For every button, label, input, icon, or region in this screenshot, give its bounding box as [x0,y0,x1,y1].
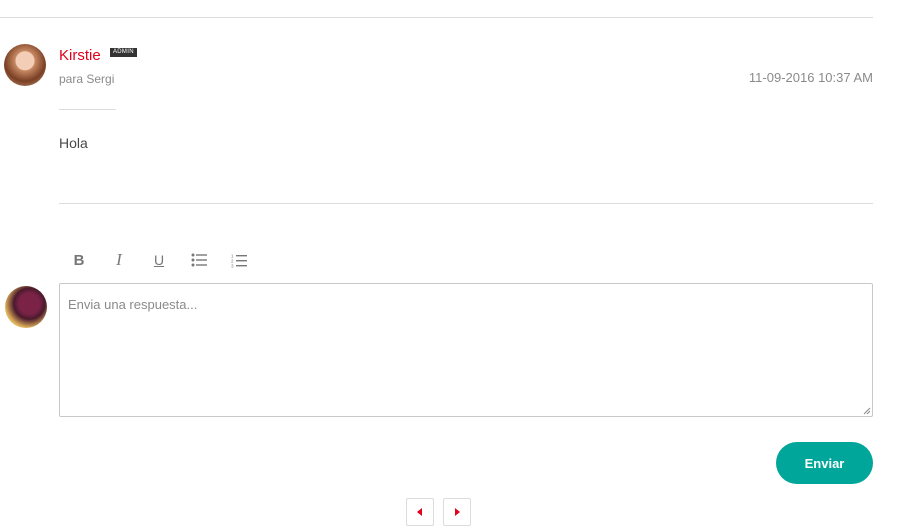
message-timestamp: 11-09-2016 10:37 AM [748,70,873,85]
author-name[interactable]: Kirstie [59,46,101,66]
arrow-right-icon [455,508,460,516]
pagination-prev-button[interactable] [406,498,434,526]
italic-button[interactable]: I [99,248,139,272]
formatting-toolbar: B I U 1 2 3 [59,248,259,272]
numbered-list-icon: 1 2 3 [231,253,247,268]
numbered-list-button[interactable]: 1 2 3 [219,248,259,272]
resize-grip-icon[interactable] [863,407,871,415]
admin-badge: ADMIN [110,48,137,57]
arrow-left-icon [417,508,422,516]
pagination-next-button[interactable] [443,498,471,526]
bullet-list-icon [191,253,207,267]
bullet-list-button[interactable] [179,248,219,272]
svg-text:3: 3 [231,263,234,268]
current-user-avatar [5,286,47,328]
message-divider [59,203,873,204]
top-divider [0,17,873,18]
author-avatar [4,44,46,86]
underline-button[interactable]: U [139,248,179,272]
bold-button[interactable]: B [59,248,99,272]
recipient-label: para Sergi [59,72,115,86]
message-body: Hola [59,135,88,151]
header-divider [59,109,116,110]
reply-placeholder: Envia una respuesta... [68,297,198,312]
send-button[interactable]: Enviar [776,442,873,484]
reply-textarea[interactable]: Envia una respuesta... [59,283,873,417]
